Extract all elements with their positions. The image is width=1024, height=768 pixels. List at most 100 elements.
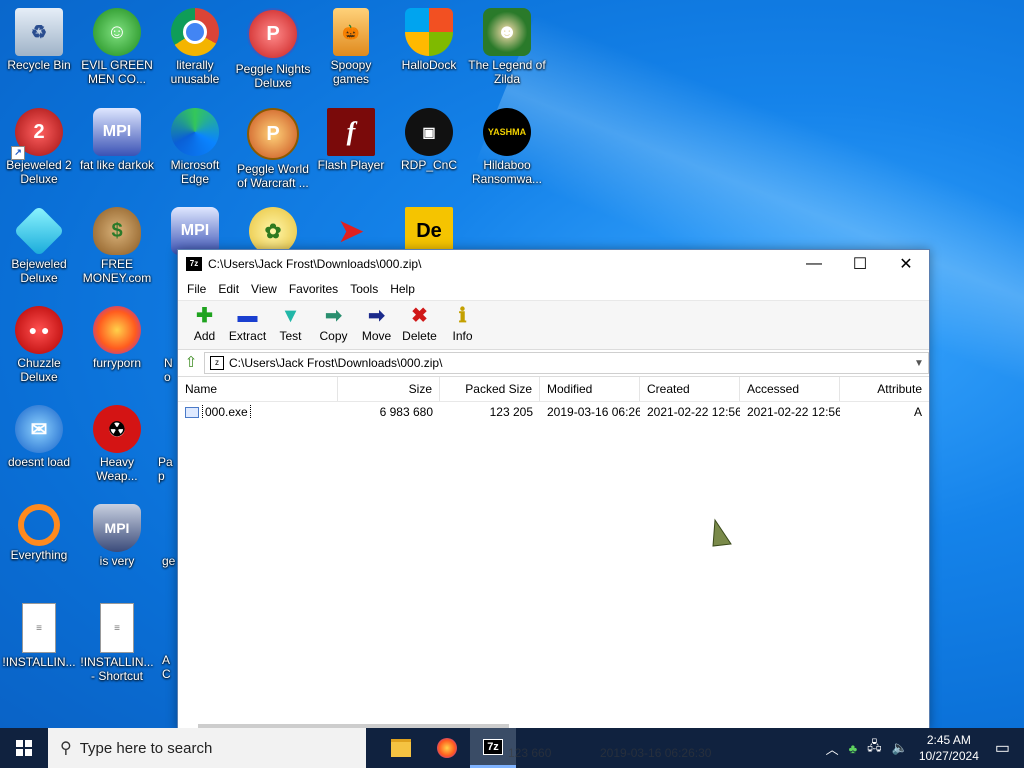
desktop-icon-heavy-weap[interactable]: ☢ Heavy Weap...	[78, 399, 156, 495]
extract-button[interactable]: ▬ Extract	[226, 301, 269, 343]
title-bar[interactable]: 7z C:\Users\Jack Frost\Downloads\000.zip…	[178, 250, 929, 278]
desktop-icon-is-very[interactable]: MPI is very	[78, 498, 156, 594]
desktop-icon-rdp-cnc[interactable]: ▣ RDP_CnC	[390, 102, 468, 198]
address-field[interactable]: z C:\Users\Jack Frost\Downloads\000.zip\…	[204, 352, 929, 374]
menu-view[interactable]: View	[245, 282, 283, 296]
de-icon: De	[405, 207, 453, 255]
search-icon: ⚲	[60, 740, 72, 757]
chevron-down-icon[interactable]: ▼	[910, 358, 928, 369]
desktop-icon-thunderbird[interactable]: ✉ doesnt load	[0, 399, 78, 495]
header-attribute[interactable]: Attribute	[840, 377, 929, 401]
menu-help[interactable]: Help	[384, 282, 421, 296]
volume-icon[interactable]: 🔈	[892, 740, 908, 756]
close-button[interactable]: ✕	[883, 250, 929, 278]
flower-icon: ✿	[249, 207, 297, 255]
folder-icon: 🎃	[333, 8, 369, 56]
desktop-icon-pap-partial[interactable]: Pap	[156, 399, 177, 495]
header-name[interactable]: Name	[178, 377, 338, 401]
copy-button[interactable]: ➡ Copy	[312, 301, 355, 343]
header-created[interactable]: Created	[640, 377, 740, 401]
bejeweled2-icon: 2 ↗	[11, 108, 63, 160]
desktop-icon-evil-green-men[interactable]: ☺ EVIL GREEN MEN CO...	[78, 2, 156, 98]
desktop-icon-ac-partial[interactable]: AC	[156, 597, 177, 693]
file-packed-cell: 123 205	[489, 405, 533, 419]
desktop-icon-spoopy-games[interactable]: 🎃 Spoopy games	[312, 2, 390, 98]
desktop-icon-free-money[interactable]: $ FREE MONEY.com	[78, 201, 156, 297]
search-box[interactable]: ⚲ Type here to search	[48, 728, 366, 768]
desktop-icon-flash-player[interactable]: f Flash Player	[312, 102, 390, 198]
peggle-nights-icon: P	[247, 8, 299, 60]
move-button[interactable]: ➡ Move	[355, 301, 398, 343]
taskbar-file-explorer[interactable]	[378, 728, 424, 768]
desktop-icon-bejeweled[interactable]: Bejeweled Deluxe	[0, 201, 78, 297]
archive-window[interactable]: 7z C:\Users\Jack Frost\Downloads\000.zip…	[177, 249, 930, 730]
network-icon[interactable]: 🖧	[867, 737, 882, 759]
desktop-icon-ge-partial[interactable]: ge	[156, 498, 177, 594]
shortcut-arrow-icon: ↗	[11, 146, 25, 160]
file-size-cell: 6 983 680	[379, 405, 433, 419]
desktop-icon-chrome[interactable]: literally unusable	[156, 2, 234, 98]
start-button[interactable]	[0, 728, 48, 768]
toolbar: ✚ Add ▬ Extract ▼ Test ➡ Copy ➡ Move ✖ D…	[178, 300, 929, 350]
clock[interactable]: 2:45 AM 10/27/2024	[919, 732, 979, 764]
taskbar-firefox[interactable]	[424, 728, 470, 768]
menu-file[interactable]: File	[181, 282, 212, 296]
delete-button[interactable]: ✖ Delete	[398, 301, 441, 343]
desktop-icon-bejeweled2[interactable]: 2 ↗ Bejeweled 2 Deluxe	[0, 102, 78, 198]
seven-zip-icon: 7z	[483, 738, 503, 755]
desktop-icon-everything[interactable]: Everything	[0, 498, 78, 594]
info-icon: ℹ	[458, 305, 467, 327]
desktop-icon-installing[interactable]: ≡ !INSTALLIN...	[0, 597, 78, 693]
menu-edit[interactable]: Edit	[212, 282, 245, 296]
address-bar: ⇧ z C:\Users\Jack Frost\Downloads\000.zi…	[178, 350, 929, 377]
desktop-icon-peggle-nights[interactable]: P Peggle Nights Deluxe	[234, 2, 312, 98]
thunderbird-icon: ✉	[15, 405, 63, 453]
add-button[interactable]: ✚ Add	[183, 301, 226, 343]
desktop-icon-fat-like-darkok[interactable]: MPI fat like darkok	[78, 102, 156, 198]
move-icon: ➡	[368, 305, 385, 327]
desktop-icon-furryporn[interactable]: furryporn	[78, 300, 156, 396]
desktop-icon-chuzzle[interactable]: ● ● Chuzzle Deluxe	[0, 300, 78, 396]
search-placeholder: Type here to search	[79, 739, 213, 757]
column-headers: Name Size Packed Size Modified Created A…	[178, 377, 929, 402]
header-accessed[interactable]: Accessed	[740, 377, 840, 401]
chevron-up-icon[interactable]: ︿	[826, 739, 839, 758]
desktop-icon-hildaboo[interactable]: YASHMA Hildaboo Ransomwa...	[468, 102, 546, 198]
text-file-icon: ≡	[22, 603, 56, 653]
desktop-icon-recycle-bin[interactable]: ♻ Recycle Bin	[0, 2, 78, 98]
menu-favorites[interactable]: Favorites	[283, 282, 344, 296]
file-name-cell: 000.exe	[178, 405, 338, 419]
menu-tools[interactable]: Tools	[344, 282, 384, 296]
test-button[interactable]: ▼ Test	[269, 301, 312, 343]
copy-icon: ➡	[325, 305, 342, 327]
mpi-icon: MPI	[171, 207, 219, 255]
desktop-icon-no-partial[interactable]: No	[156, 300, 177, 396]
flash-icon: f	[327, 108, 375, 156]
extract-icon: ▬	[237, 305, 258, 327]
table-row[interactable]: 000.exe 6 983 680 123 205 2019-03-16 06:…	[178, 402, 929, 422]
menu-bar: File Edit View Favorites Tools Help	[178, 278, 929, 300]
money-bag-icon: $	[93, 207, 141, 255]
ghost-date-text: 2019-03-16 06:26:30	[600, 746, 712, 760]
desktop-icon-legend-of-zilda[interactable]: ☻ The Legend of Zilda	[468, 2, 546, 98]
file-modified-cell: 2019-03-16 06:26	[547, 405, 640, 419]
rdp-icon: ▣	[405, 108, 453, 156]
desktop-icon-installing-shortcut[interactable]: ≡ !INSTALLIN... - Shortcut	[78, 597, 156, 693]
desktop-icon-peggle-wow[interactable]: P Peggle World of Warcraft ...	[234, 102, 312, 198]
notification-icon[interactable]: ▭	[995, 738, 1010, 758]
desktop-icon-hallodock[interactable]: HalloDock	[390, 2, 468, 98]
header-packed-size[interactable]: Packed Size	[440, 377, 540, 401]
maximize-button[interactable]: ☐	[837, 250, 883, 278]
file-attr-cell: A	[913, 405, 922, 419]
tray-app-icon[interactable]: ♣	[849, 741, 858, 756]
header-size[interactable]: Size	[338, 377, 440, 401]
info-button[interactable]: ℹ Info	[441, 301, 484, 343]
mpi-shield-icon: MPI	[93, 504, 141, 552]
header-modified[interactable]: Modified	[540, 377, 640, 401]
cursor-artifact-icon	[711, 518, 733, 548]
zilda-icon: ☻	[483, 8, 531, 56]
folder-up-icon[interactable]: ⇧	[178, 352, 204, 374]
minimize-button[interactable]: —	[791, 250, 837, 278]
desktop-icon-edge[interactable]: Microsoft Edge	[156, 102, 234, 198]
chuzzle-icon: ● ●	[15, 306, 63, 354]
